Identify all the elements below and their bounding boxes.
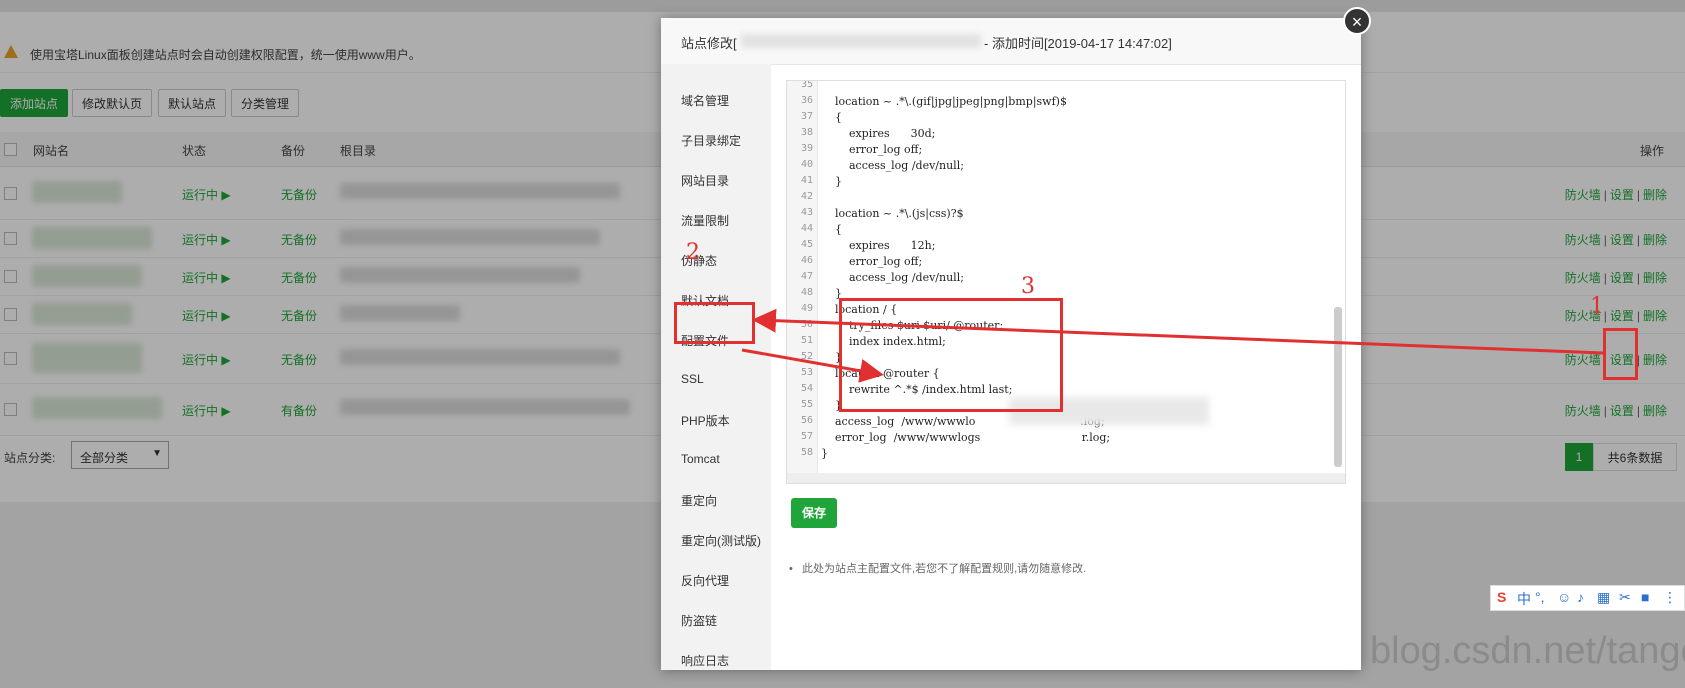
skin-icon[interactable]: ■ <box>1641 589 1649 605</box>
ime-toolbar[interactable]: S 中 °, ☺ ♪ ▦ ✂ ■ ⋮ <box>1490 585 1685 611</box>
ime-chinese-mode[interactable]: 中 <box>1517 589 1531 609</box>
keyboard-icon[interactable]: ▦ <box>1597 589 1610 606</box>
ime-logo[interactable]: S <box>1497 589 1506 605</box>
tools-icon[interactable]: ✂ <box>1619 589 1631 606</box>
grid-icon[interactable]: ⋮ <box>1663 589 1677 606</box>
ime-punctuation[interactable]: °, <box>1535 589 1545 605</box>
arrow-settings-to-config <box>752 308 1604 355</box>
emoji-icon[interactable]: ☺ <box>1557 589 1571 605</box>
watermark: blog.csdn.net/tangcy <box>1370 630 1685 672</box>
arrow-config-to-code <box>741 348 884 383</box>
microphone-icon[interactable]: ♪ <box>1577 589 1584 605</box>
annotation-arrows <box>741 308 1604 383</box>
